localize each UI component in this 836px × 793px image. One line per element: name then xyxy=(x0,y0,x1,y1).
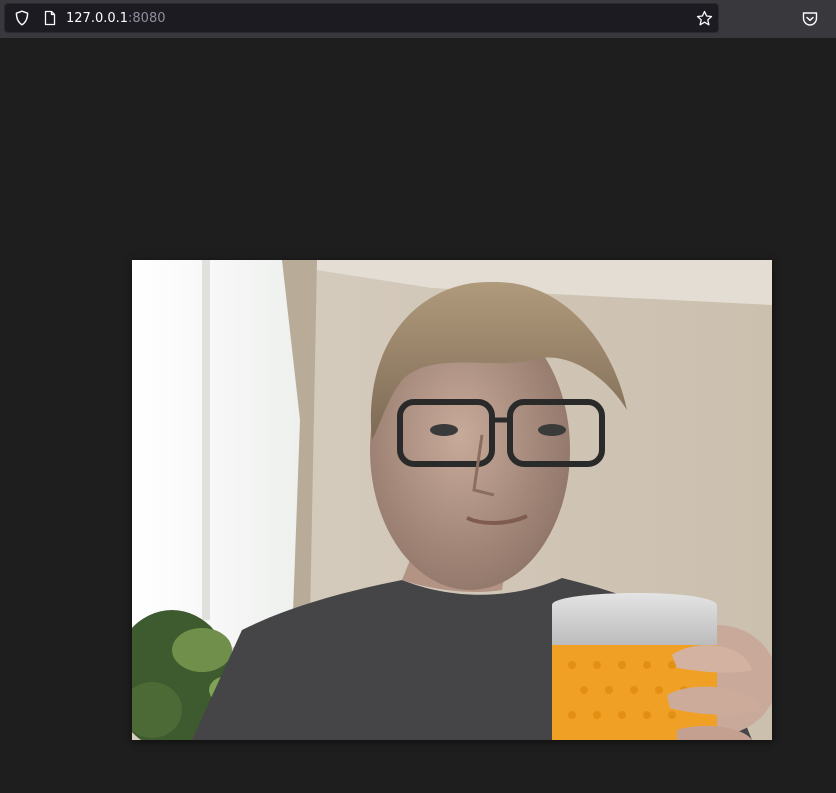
pocket-icon[interactable] xyxy=(801,10,819,28)
url-host: 127.0.0.1 xyxy=(66,11,129,26)
webcam-video[interactable] xyxy=(132,260,772,740)
url-text[interactable]: 127.0.0.1:8080 xyxy=(66,10,166,27)
url-port: :8080 xyxy=(128,11,166,26)
browser-toolbar: 127.0.0.1:8080 xyxy=(0,0,836,38)
url-bar[interactable]: 127.0.0.1:8080 xyxy=(4,3,719,33)
page-icon[interactable] xyxy=(42,10,58,26)
shield-icon[interactable] xyxy=(14,10,30,26)
webcam-video-image xyxy=(132,260,772,740)
page-content xyxy=(0,38,836,793)
star-icon[interactable] xyxy=(696,10,713,27)
